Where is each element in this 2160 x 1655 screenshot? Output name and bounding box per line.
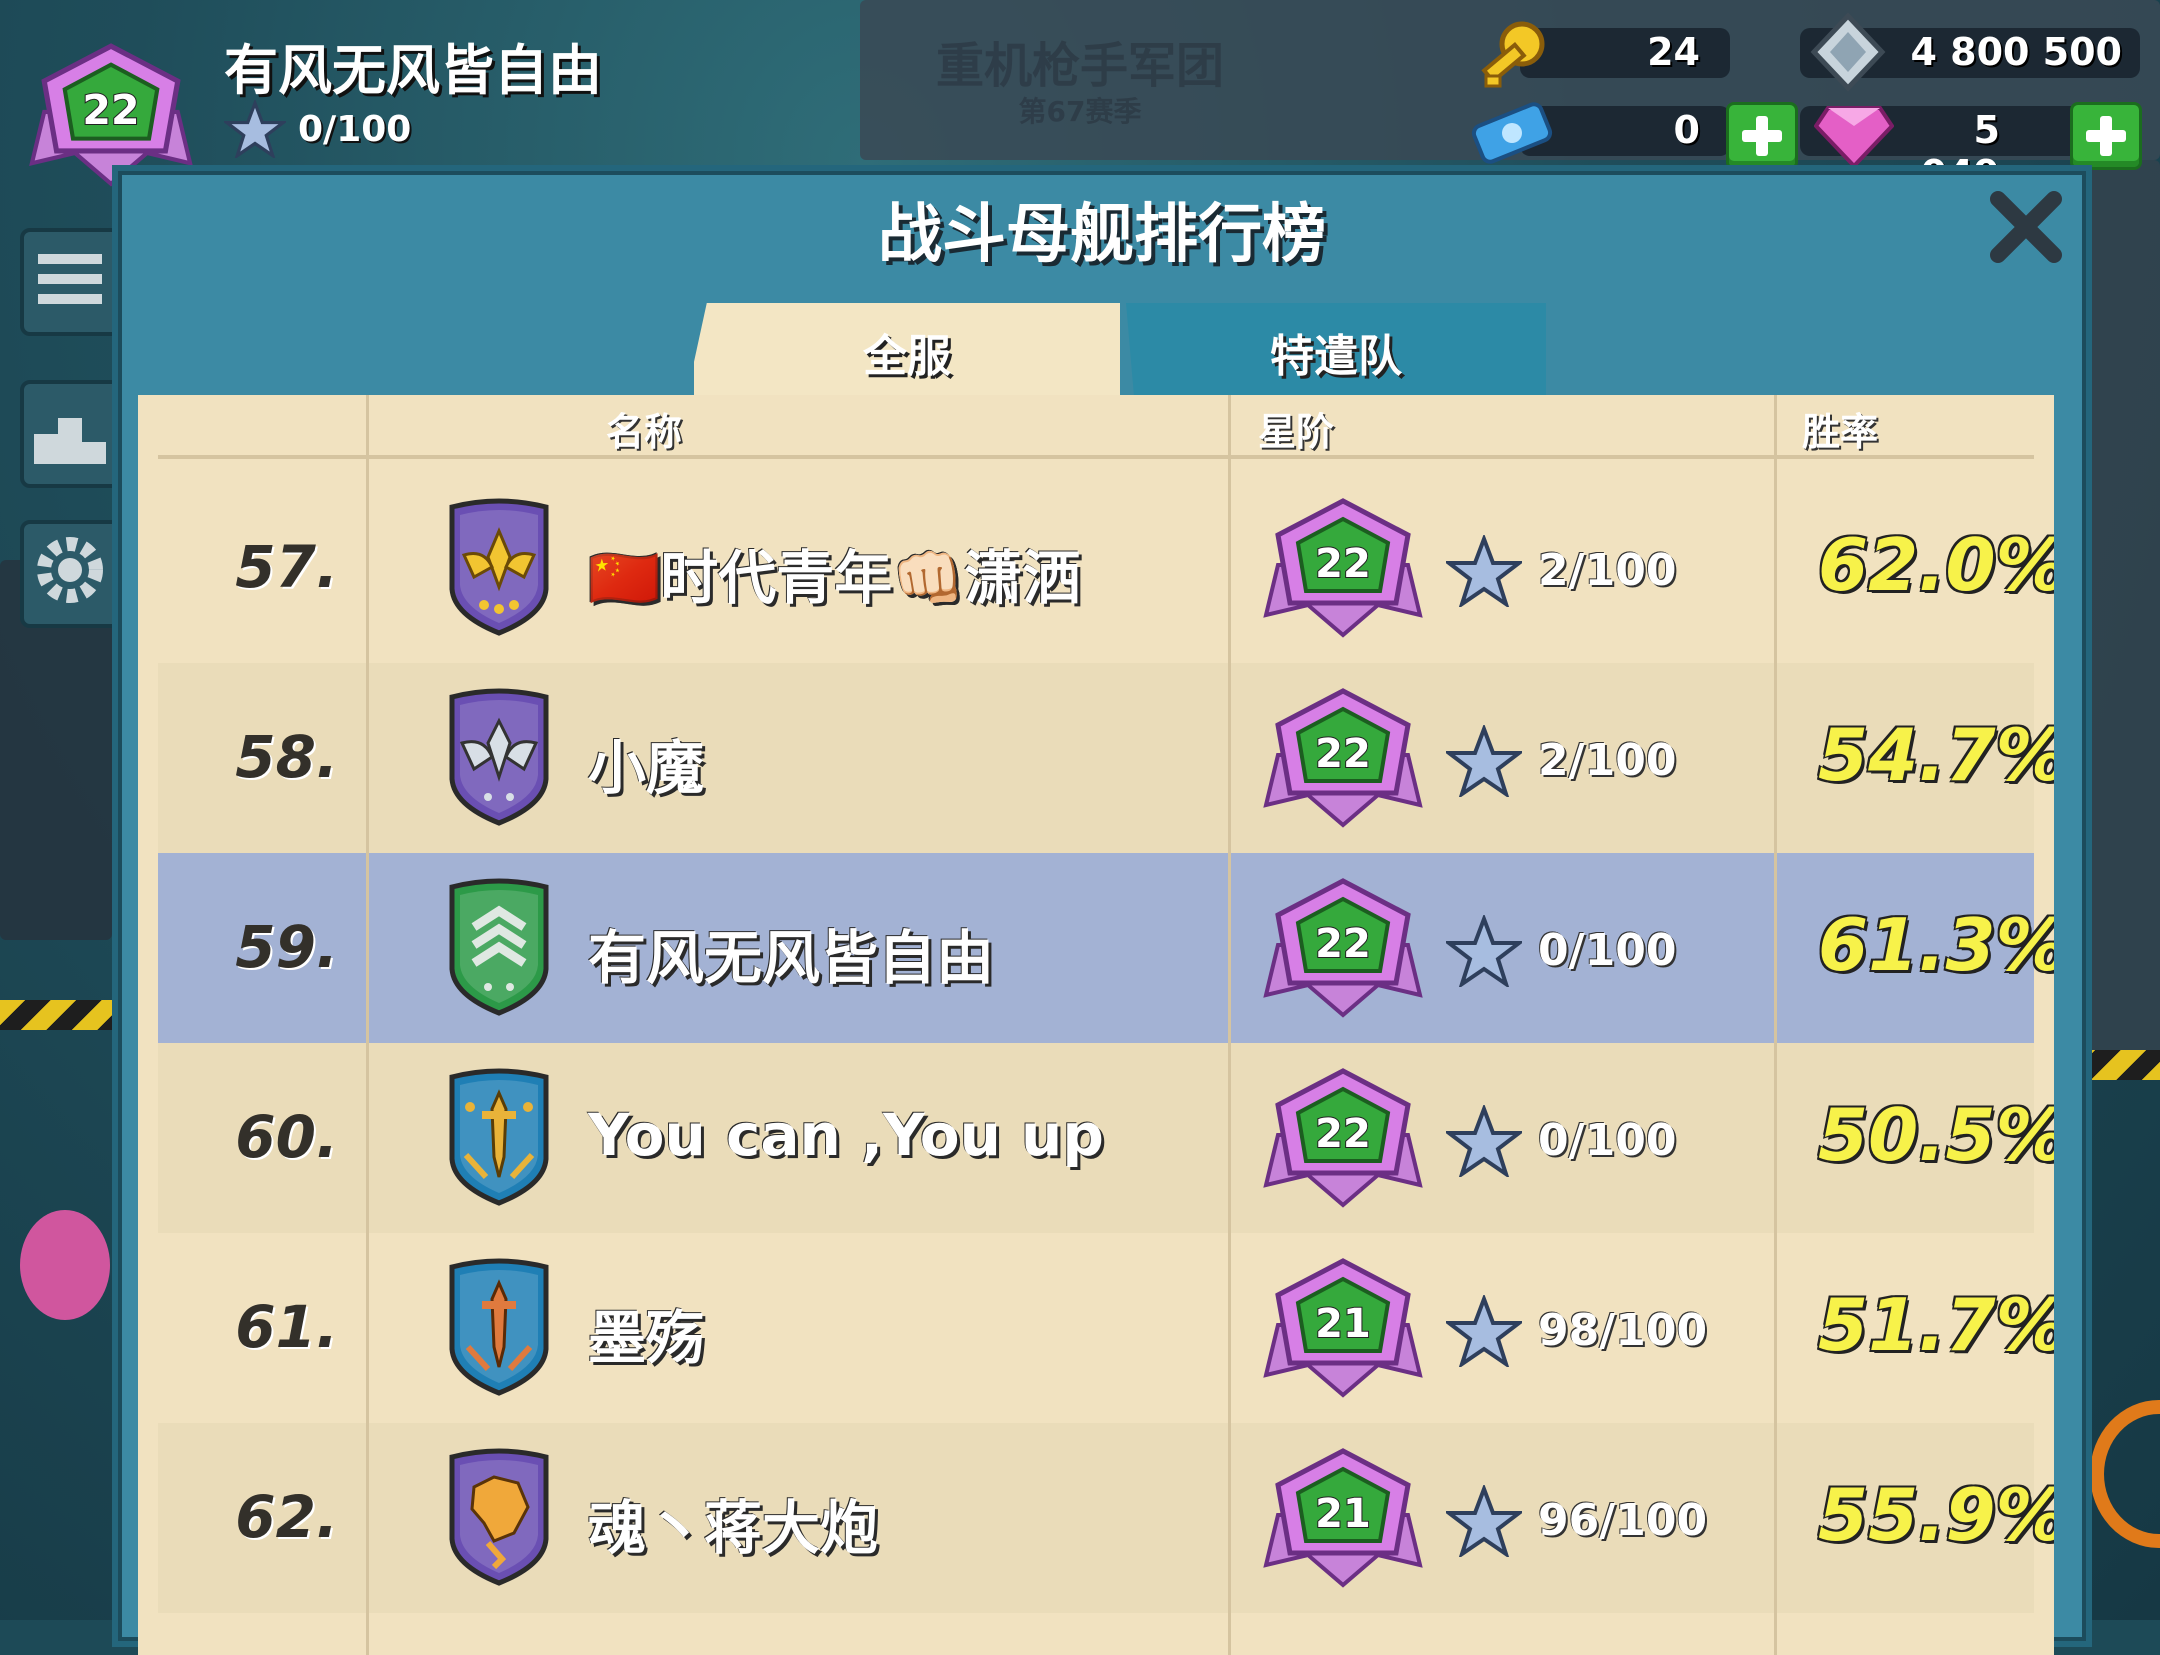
dagger-stars-emblem — [449, 1068, 549, 1206]
player-level-text: 22 — [82, 86, 139, 134]
rank-number: 58. — [235, 723, 338, 791]
leaderboard-dialog: 战斗母舰排行榜 全服 特遣队 名称 星阶 胜率 57. 🇨🇳时代青年👊🏻潇洒 2… — [112, 165, 2092, 1655]
tickets-count: 0 — [1673, 108, 1700, 152]
rank-level-badge: 22 — [1263, 688, 1423, 828]
star-progress: 2/100 — [1538, 735, 1677, 786]
rank-number: 62. — [235, 1483, 338, 1551]
rank-level-badge: 21 — [1263, 1448, 1423, 1588]
hamburger-icon — [38, 254, 102, 304]
leaderboard-row[interactable]: 62. 魂丶蒋大炮 21 96/100 55.9% — [158, 1423, 2054, 1613]
star-progress: 98/100 — [1538, 1305, 1708, 1356]
star-progress: 2/100 — [1538, 545, 1677, 596]
leaderboard-row[interactable]: 59. 有风无风皆自由 22 0/100 61.3% — [158, 853, 2054, 1043]
event-title: 重机枪手军团 — [935, 38, 1224, 94]
winged-helmet-emblem — [449, 688, 549, 826]
rank-number: 59. — [235, 913, 338, 981]
leaderboard-row[interactable]: 58. 小魔 22 2/100 54.7% — [158, 663, 2054, 853]
star-icon — [1446, 725, 1522, 797]
rank-level-badge: 21 — [1263, 1258, 1423, 1398]
player-star-progress: 0/100 — [224, 100, 411, 158]
rank-level-badge: 22 — [1263, 498, 1423, 638]
leaderboard-row[interactable]: 61. 墨殇 21 98/100 51.7% — [158, 1233, 2054, 1423]
star-progress-text: 0/100 — [298, 108, 412, 150]
star-icon — [1446, 535, 1522, 607]
player-name: 小魔 — [588, 734, 705, 802]
leaderboard-table: 名称 星阶 胜率 57. 🇨🇳时代青年👊🏻潇洒 22 2/100 62.0% 5… — [138, 395, 2054, 1655]
win-rate: 50.5% — [1818, 1093, 2054, 1177]
player-name: 🇨🇳时代青年👊🏻潇洒 — [588, 544, 1081, 612]
win-rate: 54.7% — [1818, 713, 2054, 797]
rank-number: 57. — [235, 533, 338, 601]
star-icon — [1446, 1105, 1522, 1177]
buy-tickets-button[interactable] — [1726, 102, 1798, 170]
player-name: 有风无风皆自由 — [588, 924, 995, 992]
column-divider — [1774, 395, 1777, 1655]
star-icon — [224, 100, 286, 158]
leaderboard-row[interactable]: 57. 🇨🇳时代青年👊🏻潇洒 22 2/100 62.0% — [158, 473, 2054, 663]
level-number: 21 — [1315, 1491, 1371, 1537]
tab-taskforce-label: 特遣队 — [1270, 331, 1402, 382]
win-rate: 62.0% — [1818, 523, 2054, 607]
background-disk — [2090, 1400, 2160, 1548]
chevron-emblem — [449, 878, 549, 1016]
player-name: 有风无风皆自由 — [224, 39, 602, 102]
player-name: 墨殇 — [588, 1304, 705, 1372]
hazard-stripe — [0, 1000, 130, 1030]
star-icon — [1446, 1485, 1522, 1557]
rank-level-badge: 22 — [1263, 1068, 1423, 1208]
win-rate: 61.3% — [1818, 903, 2054, 987]
level-number: 22 — [1315, 541, 1371, 587]
rank-level-badge: 22 — [1263, 878, 1423, 1018]
rank-number: 61. — [235, 1293, 338, 1361]
tab-taskforce[interactable]: 特遣队 — [1126, 303, 1546, 401]
close-icon[interactable] — [1986, 187, 2066, 267]
background-structure — [2080, 160, 2160, 1060]
diamond-icon — [1814, 106, 1894, 169]
dialog-title: 战斗母舰排行榜 — [878, 198, 1326, 272]
iron-amount: 4 800 500 — [1910, 30, 2122, 74]
keys-count: 24 — [1647, 30, 1700, 74]
eagle-emblem — [449, 498, 549, 636]
level-number: 21 — [1315, 1301, 1371, 1347]
podium-icon — [34, 418, 106, 464]
header-divider — [158, 455, 2034, 459]
ticket-icon — [1471, 102, 1553, 164]
tab-global-label: 全服 — [863, 331, 951, 382]
background-coral — [20, 1210, 110, 1320]
rank-number: 60. — [235, 1103, 338, 1171]
table-header: 名称 星阶 胜率 — [138, 395, 2054, 459]
star-progress: 96/100 — [1538, 1495, 1708, 1546]
tab-global[interactable]: 全服 — [694, 303, 1120, 401]
star-icon — [1446, 1295, 1522, 1367]
wolf-emblem — [449, 1448, 549, 1586]
column-win-rate-header: 胜率 — [1802, 410, 1879, 454]
dagger-emblem — [449, 1258, 549, 1396]
buy-diamonds-button[interactable] — [2070, 102, 2142, 170]
level-number: 22 — [1315, 921, 1371, 967]
player-name: 魂丶蒋大炮 — [588, 1494, 879, 1562]
column-name-header: 名称 — [606, 410, 683, 454]
key-icon — [1481, 21, 1545, 88]
star-progress: 0/100 — [1538, 925, 1677, 976]
column-divider — [1228, 395, 1231, 1655]
column-rank-level-header: 星阶 — [1258, 410, 1335, 454]
level-number: 22 — [1315, 1111, 1371, 1157]
event-season: 第67赛季 — [1018, 95, 1142, 128]
level-number: 22 — [1315, 731, 1371, 777]
column-divider — [366, 395, 369, 1655]
gear-icon — [37, 537, 103, 603]
win-rate: 51.7% — [1818, 1283, 2054, 1367]
star-progress: 0/100 — [1538, 1115, 1677, 1166]
star-icon — [1446, 915, 1522, 987]
player-name: You can ,You up — [588, 1101, 1104, 1169]
iron-icon — [1810, 12, 1886, 92]
win-rate: 55.9% — [1818, 1473, 2054, 1557]
leaderboard-row[interactable]: 60. You can ,You up 22 0/100 50.5% — [158, 1043, 2054, 1233]
